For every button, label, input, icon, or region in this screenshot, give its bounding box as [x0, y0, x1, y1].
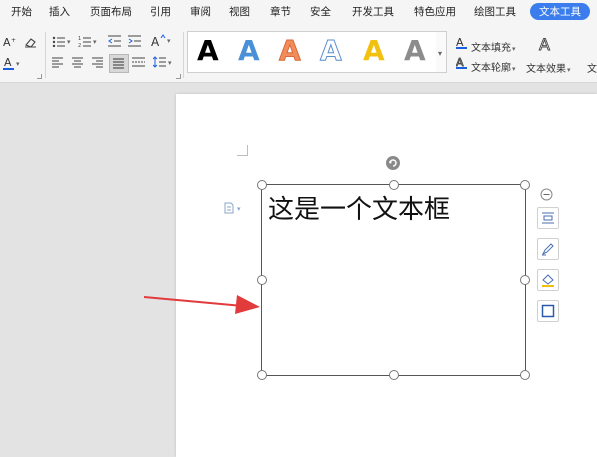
tab-section[interactable]: 章节: [270, 4, 291, 19]
decrease-indent-button[interactable]: [108, 35, 122, 47]
text-outline-label: 文本轮廓: [471, 63, 511, 74]
shape-outline-button[interactable]: [537, 238, 559, 260]
text-direction-button[interactable]: A ▾: [151, 34, 175, 48]
tab-home[interactable]: 开始: [11, 4, 32, 19]
wrap-text-button[interactable]: [537, 207, 559, 229]
bullets-list-button[interactable]: ▾: [52, 35, 74, 47]
svg-text:+: +: [11, 37, 16, 44]
separator: [45, 32, 46, 78]
numbered-list-button[interactable]: 1 2 ▾: [78, 35, 100, 47]
text-style-gold[interactable]: A: [363, 33, 385, 69]
resize-handle-right[interactable]: [520, 275, 530, 285]
resize-handle-bottom-left[interactable]: [257, 370, 267, 380]
text-effect-label: 文本效果: [526, 64, 566, 75]
svg-text:2: 2: [78, 43, 81, 47]
svg-text:▾: ▾: [16, 60, 20, 68]
red-arrow-annotation: [143, 290, 261, 320]
rotate-handle-icon[interactable]: [385, 155, 401, 175]
text-style-blue-outline[interactable]: A: [320, 33, 343, 69]
wrap-text-icon: [542, 212, 554, 224]
resize-handle-top[interactable]: [389, 180, 399, 190]
tab-review[interactable]: 审阅: [190, 4, 211, 19]
font-size-grow-button[interactable]: A +: [3, 36, 17, 48]
svg-text:▾: ▾: [167, 37, 171, 45]
svg-text:▾: ▾: [93, 38, 97, 46]
tab-text-tools[interactable]: 文本工具: [530, 3, 590, 20]
tab-insert[interactable]: 插入: [49, 4, 70, 19]
font-color-glyph: A: [4, 56, 12, 69]
text-outline-button[interactable]: A 文本轮廓▾: [456, 56, 516, 75]
border-style-button[interactable]: [537, 300, 559, 322]
align-center-button[interactable]: [72, 57, 84, 68]
tab-drawing-tools[interactable]: 绘图工具: [474, 4, 516, 19]
resize-handle-top-left[interactable]: [257, 180, 267, 190]
text-fill-button[interactable]: A 文本填充▾: [456, 36, 516, 55]
collapse-icon[interactable]: [540, 186, 553, 205]
clear-format-icon[interactable]: [23, 36, 37, 48]
separator: [183, 32, 184, 78]
tab-security[interactable]: 安全: [310, 4, 331, 19]
text-style-blue[interactable]: A: [238, 33, 260, 69]
resize-handle-left[interactable]: [257, 275, 267, 285]
svg-text:1: 1: [78, 36, 81, 42]
margin-mark-top-left: [237, 145, 248, 156]
text-cut-off-button[interactable]: 文: [587, 57, 597, 76]
align-left-button[interactable]: [52, 57, 64, 68]
paragraph-dialog-launcher[interactable]: [176, 74, 181, 79]
pen-icon: [541, 243, 554, 256]
tab-view[interactable]: 视图: [229, 4, 250, 19]
justify-button[interactable]: [109, 54, 129, 73]
line-spacing-button[interactable]: ▾: [153, 56, 175, 68]
svg-text:A: A: [151, 35, 160, 48]
distribute-button[interactable]: [132, 57, 146, 68]
shape-fill-button[interactable]: [537, 269, 559, 291]
text-style-gray-gradient[interactable]: A: [404, 33, 426, 69]
svg-text:▾: ▾: [237, 205, 241, 213]
gallery-more-button[interactable]: ▾: [436, 31, 447, 73]
tab-features[interactable]: 特色应用: [414, 4, 456, 19]
text-style-gallery: A A A A A A: [187, 31, 437, 73]
tab-page-layout[interactable]: 页面布局: [90, 4, 132, 19]
align-right-button[interactable]: [92, 57, 104, 68]
border-icon: [541, 304, 555, 318]
tab-developer[interactable]: 开发工具: [352, 4, 394, 19]
svg-text:A: A: [539, 35, 550, 53]
text-style-orange-outline[interactable]: A: [279, 33, 302, 69]
svg-text:A: A: [3, 36, 11, 48]
tab-references[interactable]: 引用: [150, 4, 171, 19]
text-box-content[interactable]: 这是一个文本框: [268, 189, 450, 226]
text-cut-off-label: 文: [587, 64, 597, 75]
paint-bucket-icon: [542, 274, 554, 287]
text-effect-button[interactable]: 文本效果▾: [526, 57, 571, 76]
menu-bar: 开始 插入 页面布局 引用 审阅 视图 章节 安全 开发工具 特色应用 绘图工具…: [0, 0, 597, 24]
increase-indent-button[interactable]: [128, 35, 142, 47]
layout-options-icon[interactable]: ▾: [224, 199, 246, 218]
svg-text:▾: ▾: [168, 59, 172, 67]
svg-text:▾: ▾: [67, 38, 71, 46]
resize-handle-bottom-right[interactable]: [520, 370, 530, 380]
resize-handle-top-right[interactable]: [520, 180, 530, 190]
font-dialog-launcher[interactable]: [37, 74, 42, 79]
font-color-button[interactable]: A ▾: [3, 56, 23, 70]
text-effect-icon[interactable]: A: [537, 35, 555, 57]
svg-text:▾: ▾: [438, 49, 442, 58]
resize-handle-bottom[interactable]: [389, 370, 399, 380]
text-fill-label: 文本填充: [471, 43, 511, 54]
text-style-black[interactable]: A: [197, 33, 219, 69]
